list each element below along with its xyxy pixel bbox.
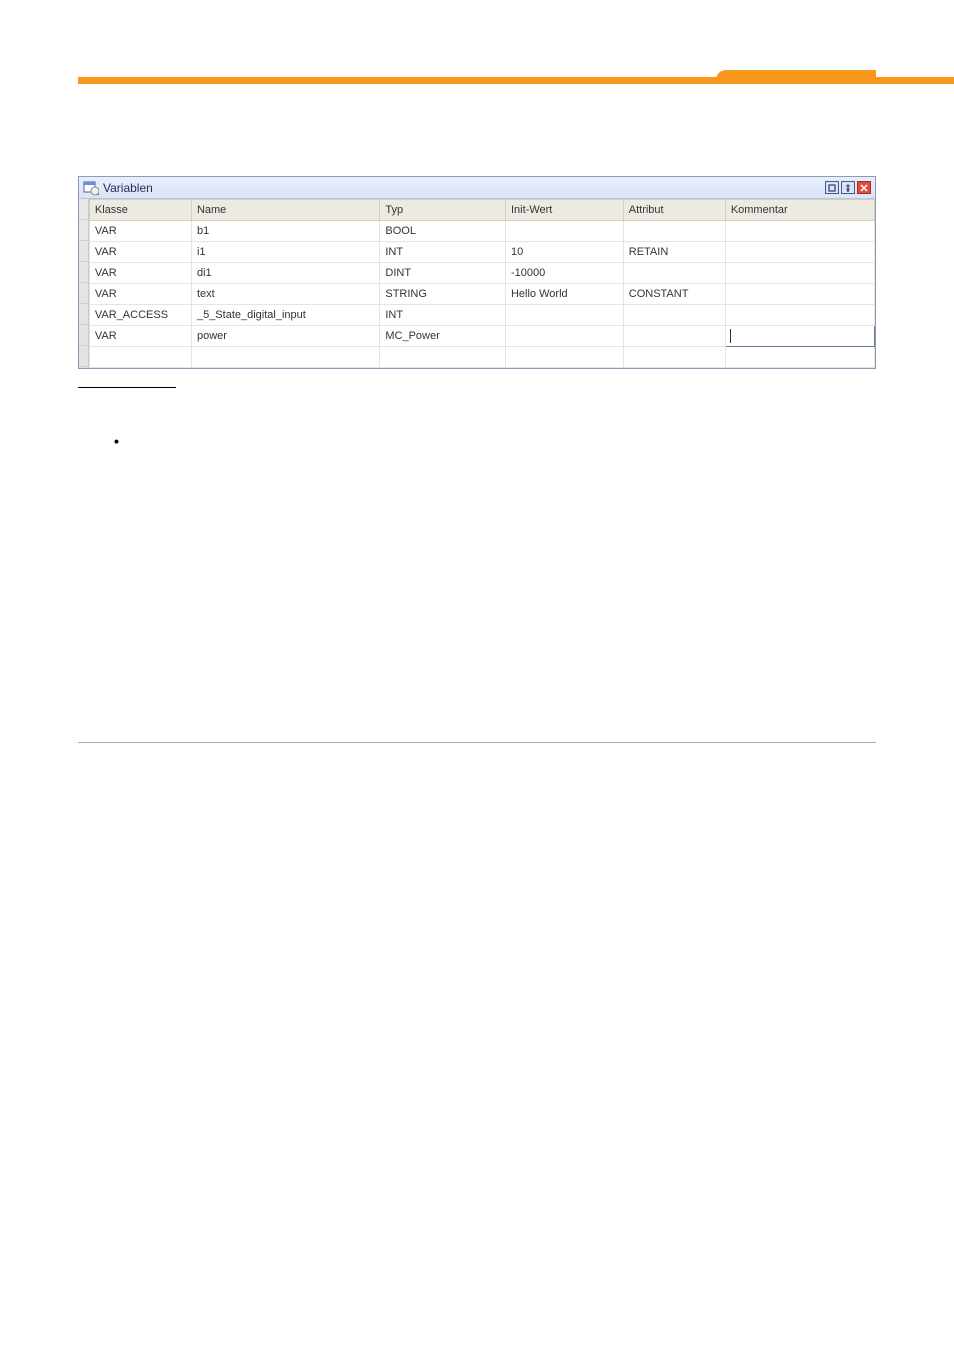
cell-typ[interactable]: BOOL — [380, 221, 506, 242]
cell-attr[interactable] — [623, 221, 725, 242]
cell-name[interactable]: text — [191, 284, 379, 305]
table-row[interactable]: VAR di1 DINT -10000 — [89, 263, 874, 284]
page-footer — [78, 742, 876, 751]
cell-init[interactable] — [505, 221, 623, 242]
cell-name[interactable]: b1 — [191, 221, 379, 242]
cell-attr[interactable]: CONSTANT — [623, 284, 725, 305]
cell-init[interactable] — [505, 326, 623, 347]
cell-typ[interactable]: DINT — [380, 263, 506, 284]
row-gutter — [79, 199, 89, 368]
table-row[interactable]: VAR text STRING Hello World CONSTANT — [89, 284, 874, 305]
close-button[interactable] — [857, 181, 871, 194]
window-icon — [83, 180, 99, 196]
col-header-name[interactable]: Name — [191, 200, 379, 221]
cell-init[interactable] — [505, 305, 623, 326]
header-orange-rule — [0, 70, 954, 84]
cell-komm[interactable] — [725, 305, 874, 326]
cell-klasse[interactable]: VAR — [89, 263, 191, 284]
cell-typ[interactable]: INT — [380, 242, 506, 263]
cell-typ[interactable]: MC_Power — [380, 326, 506, 347]
col-header-komm[interactable]: Kommentar — [725, 200, 874, 221]
window-titlebar[interactable]: Variablen — [79, 177, 875, 199]
cell-name[interactable]: power — [191, 326, 379, 347]
cell-init[interactable]: Hello World — [505, 284, 623, 305]
variables-table[interactable]: Klasse Name Typ Init-Wert Attribut Komme… — [89, 199, 875, 368]
col-header-init[interactable]: Init-Wert — [505, 200, 623, 221]
cell-klasse[interactable]: VAR — [89, 242, 191, 263]
table-row[interactable]: VAR power MC_Power — [89, 326, 874, 347]
cell-name[interactable]: di1 — [191, 263, 379, 284]
table-row-empty[interactable] — [89, 347, 874, 368]
orange-rule-thick — [716, 70, 876, 84]
cell-empty[interactable] — [725, 347, 874, 368]
table-row[interactable]: VAR i1 INT 10 RETAIN — [89, 242, 874, 263]
cell-empty[interactable] — [89, 347, 191, 368]
cell-empty[interactable] — [623, 347, 725, 368]
cell-typ[interactable]: INT — [380, 305, 506, 326]
cell-init[interactable]: 10 — [505, 242, 623, 263]
cell-attr[interactable]: RETAIN — [623, 242, 725, 263]
col-header-klasse[interactable]: Klasse — [89, 200, 191, 221]
figure-caption — [78, 387, 176, 402]
cell-typ[interactable]: STRING — [380, 284, 506, 305]
table-row[interactable]: VAR_ACCESS _5_State_digital_input INT — [89, 305, 874, 326]
cell-klasse[interactable]: VAR_ACCESS — [89, 305, 191, 326]
minimize-button[interactable] — [825, 181, 839, 194]
cell-klasse[interactable]: VAR — [89, 284, 191, 305]
table-header-row: Klasse Name Typ Init-Wert Attribut Komme… — [89, 200, 874, 221]
cell-name[interactable]: _5_State_digital_input — [191, 305, 379, 326]
pin-button[interactable] — [841, 181, 855, 194]
cell-attr[interactable] — [623, 305, 725, 326]
col-header-attr[interactable]: Attribut — [623, 200, 725, 221]
cell-komm[interactable] — [725, 221, 874, 242]
cell-attr[interactable] — [623, 263, 725, 284]
cell-empty[interactable] — [191, 347, 379, 368]
cell-empty[interactable] — [380, 347, 506, 368]
cell-attr[interactable] — [623, 326, 725, 347]
window-title: Variablen — [103, 181, 153, 195]
cell-klasse[interactable]: VAR — [89, 221, 191, 242]
table-row[interactable]: VAR b1 BOOL — [89, 221, 874, 242]
variablen-window: Variablen K — [78, 176, 876, 369]
cell-empty[interactable] — [505, 347, 623, 368]
cell-komm[interactable] — [725, 242, 874, 263]
cell-komm[interactable] — [725, 284, 874, 305]
cell-name[interactable]: i1 — [191, 242, 379, 263]
grid-wrap: Klasse Name Typ Init-Wert Attribut Komme… — [79, 199, 875, 368]
cell-klasse[interactable]: VAR — [89, 326, 191, 347]
cell-init[interactable]: -10000 — [505, 263, 623, 284]
col-header-typ[interactable]: Typ — [380, 200, 506, 221]
cell-komm[interactable] — [725, 263, 874, 284]
cell-komm-editing[interactable] — [725, 326, 874, 347]
